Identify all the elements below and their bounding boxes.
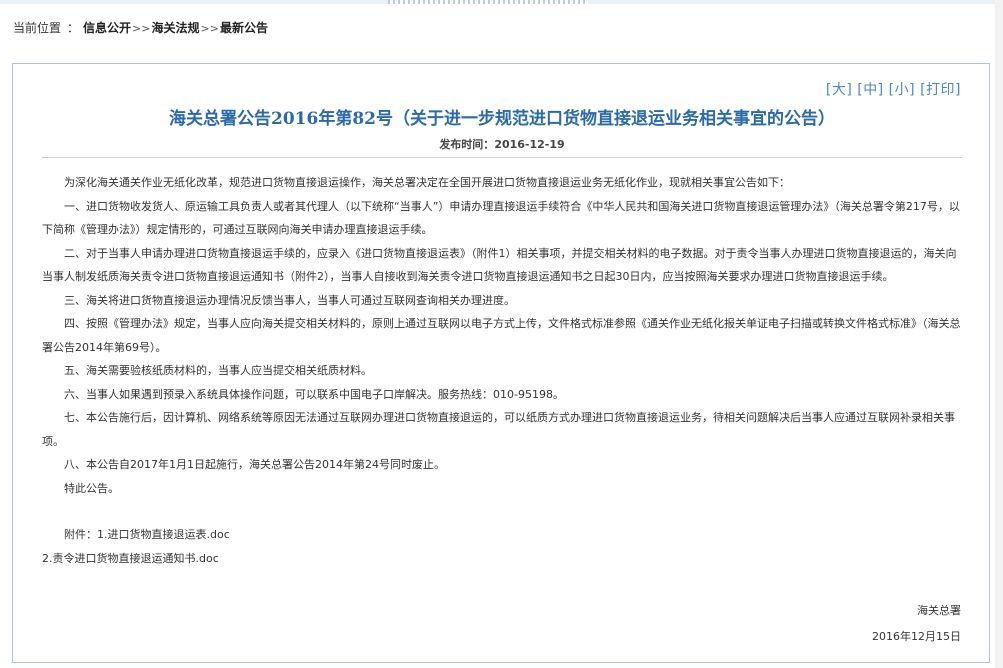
breadcrumb-arrow: >> — [200, 22, 219, 35]
paragraph-6: 六、当事人如果遇到预录入系统具体操作问题，可以联系中国电子口岸解决。服务热线：0… — [64, 387, 564, 401]
publish-date: 2016-12-19 — [494, 138, 565, 151]
paragraph-closing: 特此公告。 — [64, 481, 119, 495]
publish-label: 发布时间： — [439, 138, 495, 151]
breadcrumb-colon: ： — [67, 21, 80, 35]
article-panel: [大] [中] [小] [打印] 海关总署公告2016年第82号（关于进一步规范… — [12, 63, 990, 663]
paragraph-intro: 为深化海关通关作业无纸化改革，规范进口货物直接退运操作，海关总署决定在全国开展进… — [64, 176, 790, 189]
font-small-button[interactable]: [小] — [889, 82, 915, 98]
attachments-label: 附件： — [64, 528, 97, 541]
font-size-tools: [大] [中] [小] [打印] — [826, 79, 961, 99]
breadcrumb: 当前位置：信息公开>>海关法规>>最新公告 — [13, 18, 268, 38]
breadcrumb-item-info-public[interactable]: 信息公开 — [83, 21, 131, 35]
article-title: 海关总署公告2016年第82号（关于进一步规范进口货物直接退运业务相关事宜的公告… — [169, 109, 835, 129]
attachment-line-2: 2.责令进口货物直接退运通知书.doc — [42, 547, 962, 571]
breadcrumb-item-latest-announcements[interactable]: 最新公告 — [220, 21, 268, 35]
attachment-line: 附件：1.进口货物直接退运表.doc — [42, 523, 962, 547]
attachment-link-2[interactable]: 2.责令进口货物直接退运通知书.doc — [42, 552, 219, 565]
paragraph-8: 八、本公告自2017年1月1日起施行，海关总署公告2014年第24号同时废止。 — [64, 458, 445, 471]
paragraph-7: 七、本公告施行后，因计算机、网络系统等原因无法通过互联网办理进口货物直接退运的，… — [42, 411, 955, 448]
top-decorative-strip — [388, 0, 588, 4]
attachment-link-1[interactable]: 1.进口货物直接退运表.doc — [97, 528, 230, 541]
paragraph-4: 四、按照《管理办法》规定，当事人应向海关提交相关材料的，原则上通过互联网以电子方… — [42, 317, 961, 354]
paragraph-2: 二、对于当事人申请办理进口货物直接退运手续的，应录入《进口货物直接退运表》（附件… — [42, 246, 957, 284]
print-button[interactable]: [打印] — [920, 82, 961, 98]
font-large-button[interactable]: [大] — [826, 82, 852, 98]
breadcrumb-item-customs-regulations[interactable]: 海关法规 — [151, 21, 199, 35]
breadcrumb-label: 当前位置 — [13, 21, 62, 35]
page-scrollbar[interactable] — [995, 0, 1003, 668]
top-bar — [0, 0, 1003, 4]
breadcrumb-arrow: >> — [132, 22, 151, 35]
paragraph-1: 一、进口货物收发货人、原运输工具负责人或者其代理人（以下统称“当事人”）申请办理… — [42, 199, 960, 237]
sign-date: 2016年12月15日 — [872, 630, 961, 643]
font-medium-button[interactable]: [中] — [857, 82, 883, 98]
publish-info: 发布时间：2016-12-19 — [13, 136, 991, 152]
title-divider — [42, 157, 962, 158]
paragraph-5: 五、海关需要验核纸质材料的，当事人应当提交相关纸质材料。 — [64, 364, 372, 377]
signer: 海关总署 — [917, 604, 961, 617]
article-body: 为深化海关通关作业无纸化改革，规范进口货物直接退运操作，海关总署决定在全国开展进… — [42, 171, 962, 570]
paragraph-3: 三、海关将进口货物直接退运办理情况反馈当事人，当事人可通过互联网查询相关办理进度… — [64, 293, 515, 307]
